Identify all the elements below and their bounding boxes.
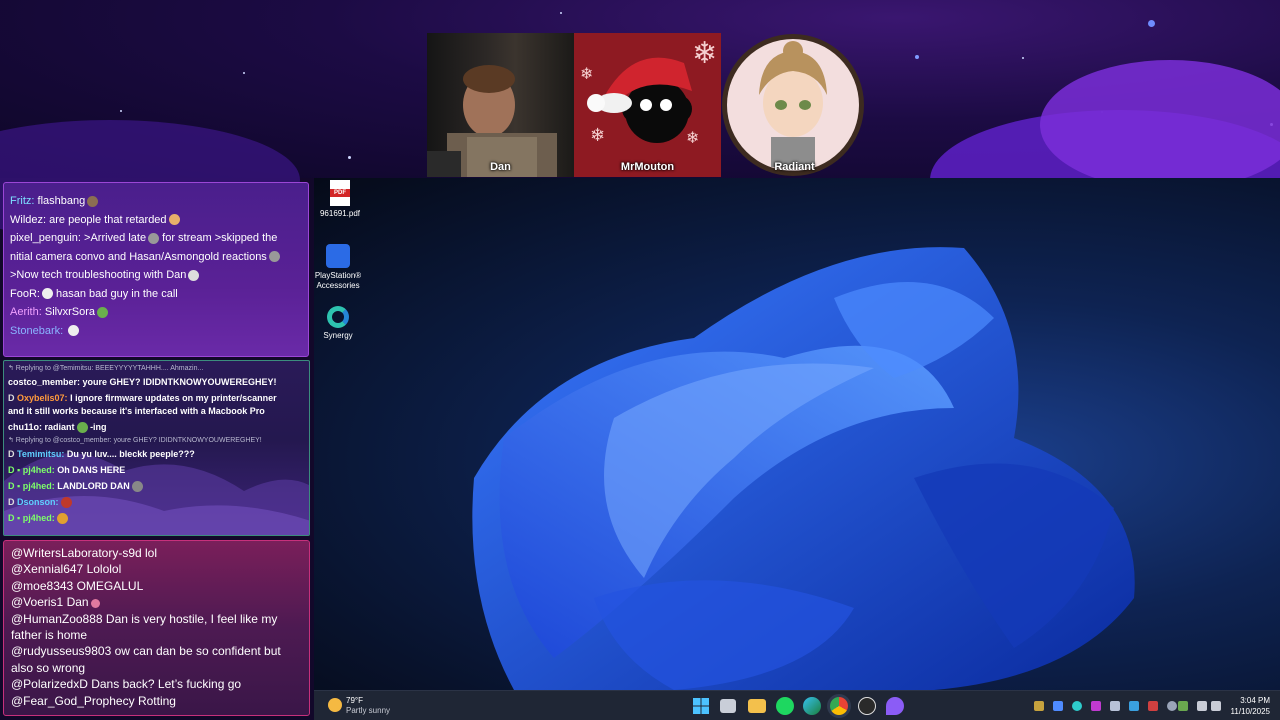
emote-icon (56, 513, 68, 525)
camera-name-radiant: Radiant (774, 161, 815, 173)
emote-icon (148, 232, 160, 244)
tray-icon[interactable] (1148, 701, 1158, 711)
network-icon[interactable] (1197, 701, 1207, 711)
desktop-icon-pdf[interactable]: PDF 961691.pdf (314, 180, 366, 219)
chat-message: Fritz: flashbang (10, 192, 302, 211)
weather-desc: Partly sunny (346, 706, 391, 715)
chat-message: D ▪ pj4hed: LANDLORD DAN (8, 478, 305, 494)
reply-indicator: ↰ Replying to @Temimitsu: BEEEYYYYYTAHHH… (8, 365, 204, 372)
tray-icon[interactable] (1178, 701, 1188, 711)
mrmouton-avatar: ❄ ❄ ❄ ❄ (580, 36, 717, 147)
clock[interactable]: 3:04 PM 11/10/2025 (1231, 695, 1270, 717)
camera-feed-mrmouton: ❄ ❄ ❄ ❄ MrMouton (574, 33, 721, 177)
edge-icon[interactable] (803, 697, 821, 715)
chat-message: Wildez: are people that retarded (10, 211, 302, 230)
chat-message: Aerith: SilvxrSora (10, 303, 302, 322)
emote-icon (60, 497, 72, 509)
chat-message: @Voeris1 Dan (11, 594, 302, 610)
reply-indicator: ↰ Replying to @costco_member: youre GHEY… (8, 437, 262, 444)
tray-icon[interactable] (1053, 701, 1063, 711)
clock-date: 11/10/2025 (1230, 707, 1270, 716)
task-view-icon[interactable] (720, 699, 736, 713)
chat-panel-twitch[interactable]: Fritz: flashbang Wildez: are people that… (3, 182, 309, 357)
emote-icon (268, 251, 280, 263)
playstation-accessories-icon (326, 244, 350, 268)
emote-icon (76, 422, 88, 434)
chat-message: @WritersLaboratory-s9d lol (11, 546, 158, 560)
chat-message: D ▪ pj4hed: Oh DANS HERE (8, 465, 126, 475)
chat-message: D Temimitsu: Du yu luv.... bleckk peeple… (8, 449, 195, 459)
emote-icon (188, 269, 200, 281)
desktop-icon-playstation-accessories[interactable]: PlayStation® Accessories (314, 244, 364, 291)
app-icon[interactable] (886, 697, 904, 715)
tray-icon[interactable] (1072, 701, 1082, 711)
camera-name-dan: Dan (490, 161, 511, 173)
camera-strip: Dan ❄ ❄ ❄ ❄ MrMouton Radiant (427, 33, 868, 177)
chat-message: pixel_penguin: >Arrived late for stream … (10, 232, 278, 244)
desktop-icon-synergy[interactable]: Synergy (314, 306, 364, 341)
camera-feed-dan: Dan (427, 33, 574, 177)
weather-temp: 79°F (346, 696, 363, 705)
start-icon[interactable] (692, 697, 710, 715)
camera-feed-radiant: Radiant (721, 33, 868, 177)
volume-icon[interactable] (1211, 701, 1221, 711)
weather-widget[interactable]: 79°F Partly sunny (326, 695, 416, 717)
svg-text:❄: ❄ (686, 128, 699, 147)
chat-message: @PolarizedxD Dans back? Let’s fucking go (11, 677, 242, 692)
camera-name-mrmouton: MrMouton (620, 161, 675, 173)
pdf-file-icon: PDF (330, 180, 350, 206)
svg-text:❄: ❄ (580, 64, 593, 83)
chat-message: @Xennial647 Lololol (11, 562, 122, 577)
chat-panel-youtube[interactable]: @WritersLaboratory-s9d lol @Xennial647 L… (3, 540, 310, 716)
chat-panel-secondary[interactable]: ↰ Replying to @Temimitsu: BEEEYYYYYTAHHH… (3, 360, 310, 536)
windows-desktop[interactable]: PDF 961691.pdf PlayStation® Accessories … (314, 178, 1280, 690)
clock-time: 3:04 PM (1240, 696, 1270, 705)
obs-icon[interactable] (858, 697, 876, 715)
chat-message: chu11o: radiant -ing (8, 422, 107, 434)
chat-message: nitial camera convo and Hasan/Asmongold … (10, 248, 302, 267)
emote-icon (41, 288, 53, 300)
windows-bloom-wallpaper (472, 247, 1135, 690)
spotify-icon[interactable] (776, 697, 794, 715)
dan-webcam-image (427, 65, 557, 177)
chat-message: Stonebark: (10, 322, 302, 341)
tray-icon[interactable] (1167, 701, 1177, 711)
chat-message: @rudyusseus9803 ow can dan be so confide… (11, 644, 281, 675)
file-explorer-icon[interactable] (748, 699, 766, 713)
chat-message: @moe8343 OMEGALUL (11, 578, 144, 593)
emote-icon (96, 306, 108, 318)
desktop-icon-label: PlayStation® Accessories (314, 271, 362, 290)
desktop-icon-label: Synergy (323, 331, 353, 340)
chat-message: @Fear_God_Prophecy Rotting (11, 693, 176, 708)
chat-message: D ▪ pj4hed: (8, 510, 305, 526)
tray-icon[interactable] (1034, 701, 1044, 711)
emote-icon (87, 195, 99, 207)
windows-taskbar: 79°F Partly sunny 3:04 PM 11/10/2025 (314, 690, 1280, 720)
partly-sunny-icon (328, 698, 342, 712)
tray-icon[interactable] (1110, 701, 1120, 711)
emote-icon (131, 481, 143, 493)
tray-icon[interactable] (1091, 701, 1101, 711)
svg-text:❄: ❄ (590, 125, 605, 146)
tray-icon[interactable] (1129, 701, 1139, 711)
chat-message: >Now tech troubleshooting with Dan (10, 266, 302, 285)
emote-icon (68, 325, 80, 337)
chrome-icon[interactable] (830, 697, 848, 715)
chat-message: FooR: hasan bad guy in the call (10, 287, 178, 300)
chat-message: @HumanZoo888 Dan is very hostile, I feel… (11, 611, 278, 643)
synergy-icon (327, 306, 349, 328)
svg-text:❄: ❄ (692, 36, 717, 71)
emote-icon (90, 598, 100, 608)
radiant-avatar (722, 34, 864, 176)
chat-message: D Dsonson: (8, 494, 305, 510)
chat-message: costco_member: youre GHEY? IDIDNTKNOWYOU… (8, 377, 277, 387)
chat-message: and it still works because it's interfac… (8, 406, 265, 416)
desktop-icon-label: 961691.pdf (319, 209, 361, 218)
emote-icon (168, 214, 180, 226)
